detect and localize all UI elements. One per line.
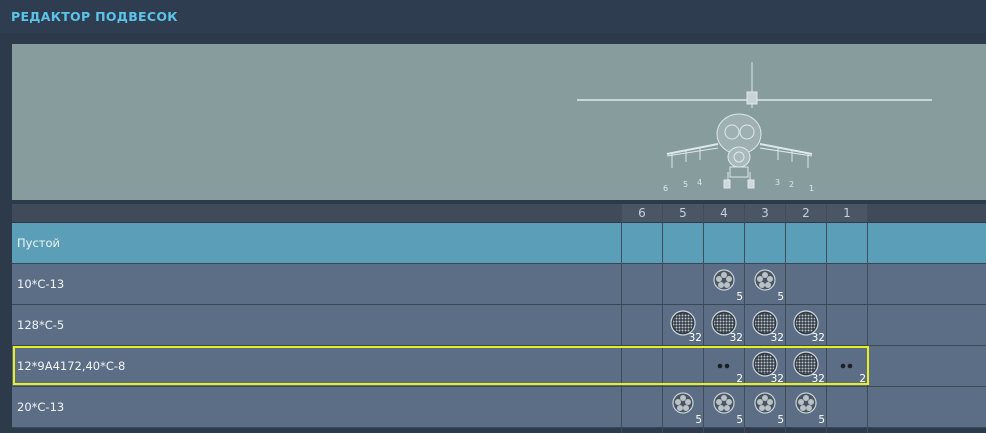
title-bar: РЕДАКТОР ПОДВЕСОК (0, 0, 986, 33)
pylon-cell-3[interactable]: 5 (745, 264, 785, 304)
loadout-row[interactable]: 10*С-13 5 5 (12, 264, 986, 305)
column-divider (785, 204, 786, 433)
pylon-cell-3[interactable]: 32 (745, 346, 785, 386)
store-count: 32 (688, 332, 702, 344)
store-count: 32 (811, 373, 825, 385)
pylon-cell-2[interactable]: 5 (786, 387, 826, 427)
store-count: 5 (736, 414, 743, 426)
store-count: 2 (736, 373, 743, 385)
loadout-row[interactable]: 128*С-5 32 32 32 32 (12, 305, 986, 346)
pylon-cell-3[interactable]: 5 (745, 387, 785, 427)
pylon-header-row: 654321 (12, 204, 986, 222)
preview-pylon-label-5: 5 (683, 180, 688, 189)
pylon-cell-1[interactable]: 2 (827, 346, 867, 386)
pylon-cell-4[interactable]: 5 (704, 387, 744, 427)
window-title: РЕДАКТОР ПОДВЕСОК (11, 9, 178, 24)
column-divider (826, 204, 827, 433)
store-count: 5 (777, 291, 784, 303)
store-count: 32 (729, 332, 743, 344)
pylon-cell-5[interactable]: 32 (663, 305, 703, 345)
loadout-row[interactable]: 20*С-13 5 5 5 5 (12, 387, 986, 428)
loadout-name: 10*С-13 (17, 277, 65, 291)
preview-pylon-label-3: 3 (775, 178, 780, 187)
store-count: 32 (770, 332, 784, 344)
store-count: 32 (811, 332, 825, 344)
pylon-cell-4[interactable]: 32 (704, 305, 744, 345)
pylon-header-4: 4 (704, 204, 744, 222)
preview-pylon-label-6: 6 (663, 184, 668, 193)
store-count: 5 (818, 414, 825, 426)
pylon-cell-2[interactable]: 32 (786, 305, 826, 345)
store-count: 32 (770, 373, 784, 385)
pylon-cell-3[interactable]: 32 (745, 305, 785, 345)
helicopter-front-view-image: 6 5 4 3 2 1 (577, 62, 932, 193)
loadout-name: 20*С-13 (17, 400, 65, 414)
pylon-header-5: 5 (663, 204, 703, 222)
column-divider (662, 204, 663, 433)
pylon-cell-4[interactable]: 2 (704, 346, 744, 386)
pylon-cell-5[interactable]: 5 (663, 387, 703, 427)
preview-pylon-label-4: 4 (697, 178, 702, 187)
pylon-cell-2[interactable]: 32 (786, 346, 826, 386)
column-divider (867, 204, 868, 433)
pylon-header-6: 6 (622, 204, 662, 222)
pylon-header-2: 2 (786, 204, 826, 222)
column-divider (703, 204, 704, 433)
column-divider (744, 204, 745, 433)
pylon-header-1: 1 (827, 204, 867, 222)
loadout-row[interactable]: Пустой (12, 223, 986, 264)
store-count: 5 (777, 414, 784, 426)
column-divider (621, 204, 622, 433)
store-count: 5 (695, 414, 702, 426)
loadout-name: 12*9А4172,40*С-8 (17, 359, 126, 373)
pylon-cell-4[interactable]: 5 (704, 264, 744, 304)
loadout-table: 654321 Пустой 10*С-13 5 5 128*С-5 32 32 32 32 12*… (12, 204, 986, 433)
preview-pylon-label-1: 1 (809, 184, 814, 193)
loadout-row[interactable]: 12*9А4172,40*С-8 2 32 32 2 (12, 346, 986, 387)
store-count: 2 (859, 373, 866, 385)
store-count: 5 (736, 291, 743, 303)
loadout-name: 128*С-5 (17, 318, 65, 332)
loadout-name: Пустой (17, 236, 60, 250)
pylon-header-3: 3 (745, 204, 785, 222)
preview-pylon-label-2: 2 (789, 180, 794, 189)
helicopter-preview: 6 5 4 3 2 1 (12, 44, 986, 200)
